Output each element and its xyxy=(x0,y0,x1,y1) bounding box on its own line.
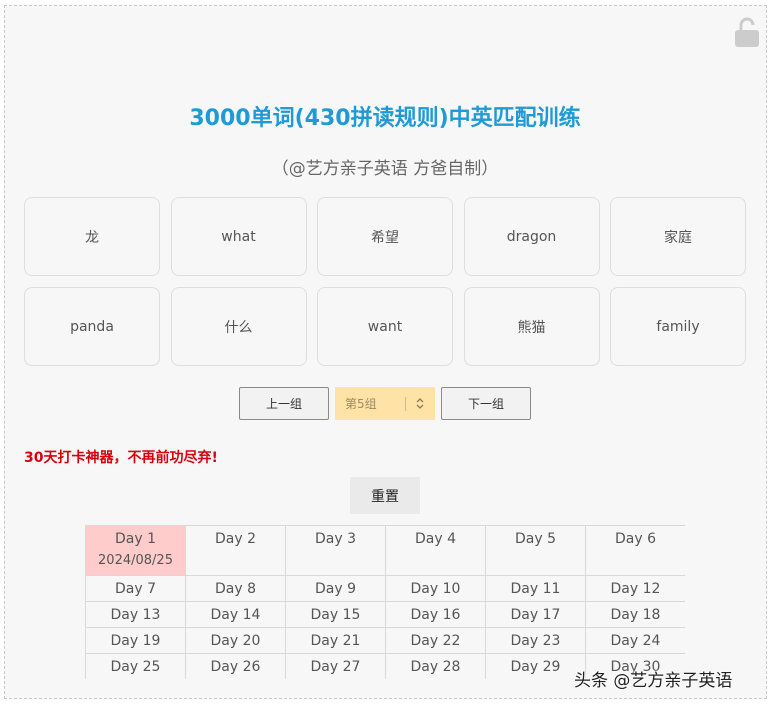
word-card[interactable]: 龙 xyxy=(24,197,160,276)
day-cell[interactable]: Day 14 xyxy=(185,601,286,628)
day-cell[interactable]: Day 7 xyxy=(85,575,186,602)
word-card-grid: 龙 what 希望 dragon 家庭 panda 什么 want 熊猫 fam… xyxy=(24,197,746,366)
word-card[interactable]: 熊猫 xyxy=(463,287,600,366)
day-cell[interactable]: Day 17 xyxy=(485,601,586,628)
word-card[interactable]: 家庭 xyxy=(610,197,746,276)
day-cell[interactable]: Day 16 xyxy=(385,601,486,628)
word-card[interactable]: panda xyxy=(24,287,160,366)
day-cell[interactable]: Day 23 xyxy=(485,627,586,654)
day-cell[interactable]: Day 24 xyxy=(585,627,685,654)
word-card[interactable]: 什么 xyxy=(170,287,307,366)
day-cell[interactable]: Day 5 xyxy=(485,525,586,576)
day-cell[interactable]: Day 20 xyxy=(185,627,286,654)
page-title: 3000单词(430拼读规则)中英匹配训练 xyxy=(189,106,581,131)
day-cell[interactable]: Day 15 xyxy=(285,601,386,628)
day-cell[interactable]: Day 28 xyxy=(385,653,486,679)
day-cell[interactable]: Day 11 xyxy=(485,575,586,602)
day-cell[interactable]: Day 12 xyxy=(585,575,685,602)
day-cell[interactable]: Day 27 xyxy=(285,653,386,679)
day-cell[interactable]: Day 9 xyxy=(285,575,386,602)
updown-chevron-icon xyxy=(416,398,424,409)
select-divider xyxy=(405,397,406,411)
day-cell[interactable]: Day 8 xyxy=(185,575,286,602)
checkin-slogan: 30天打卡神器，不再前功尽弃! xyxy=(24,450,218,466)
day-cell[interactable]: Day 25 xyxy=(85,653,186,679)
page-subtitle: （@艺方亲子英语 方爸自制） xyxy=(271,159,499,179)
source-watermark: 头条 @艺方亲子英语 xyxy=(574,671,733,691)
day-cell[interactable]: Day 3 xyxy=(285,525,386,576)
unlock-icon[interactable] xyxy=(732,16,762,48)
day-cell[interactable]: Day 2 xyxy=(185,525,286,576)
day-cell[interactable]: Day 10 xyxy=(385,575,486,602)
reset-button[interactable]: 重置 xyxy=(350,477,420,514)
day-date: 2024/08/25 xyxy=(98,553,173,568)
day-cell[interactable]: Day 21 xyxy=(285,627,386,654)
day-label: Day 1 xyxy=(114,531,156,547)
next-group-button[interactable]: 下一组 xyxy=(441,387,531,420)
day-cell[interactable]: Day 18 xyxy=(585,601,685,628)
group-select-value: 第5组 xyxy=(345,397,377,411)
day-checkin-table: Day 1 2024/08/25 Day 2 Day 3 Day 4 Day 5… xyxy=(85,525,685,679)
day-cell[interactable]: Day 6 xyxy=(585,525,685,576)
day-cell[interactable]: Day 13 xyxy=(85,601,186,628)
day-cell[interactable]: Day 1 2024/08/25 xyxy=(85,525,186,576)
group-select[interactable]: 第5组 xyxy=(335,387,435,420)
day-cell[interactable]: Day 4 xyxy=(385,525,486,576)
day-cell[interactable]: Day 26 xyxy=(185,653,286,679)
word-card[interactable]: want xyxy=(317,287,453,366)
word-card[interactable]: 希望 xyxy=(317,197,453,276)
word-card[interactable]: dragon xyxy=(463,197,600,276)
day-cell[interactable]: Day 22 xyxy=(385,627,486,654)
day-cell[interactable]: Day 29 xyxy=(485,653,586,679)
group-navigation: 上一组 第5组 下一组 xyxy=(0,387,770,420)
day-cell[interactable]: Day 19 xyxy=(85,627,186,654)
word-card[interactable]: family xyxy=(610,287,746,366)
prev-group-button[interactable]: 上一组 xyxy=(239,387,329,420)
word-card[interactable]: what xyxy=(170,197,307,276)
